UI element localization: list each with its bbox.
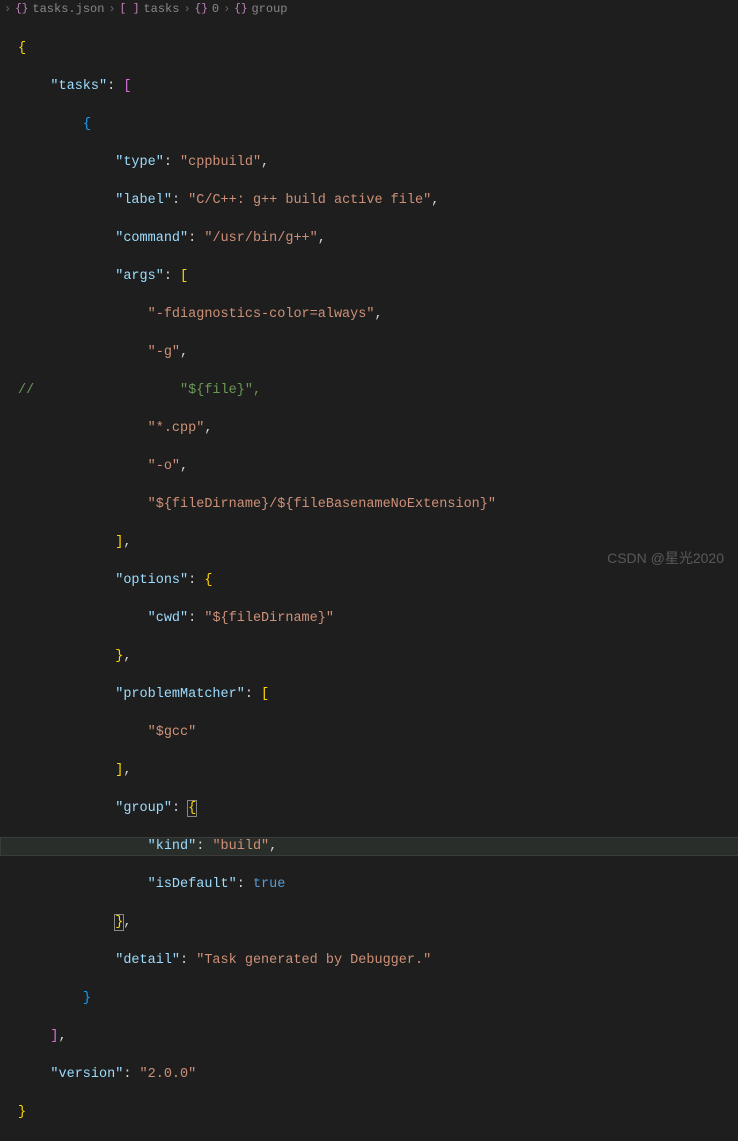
comment: //	[18, 383, 34, 398]
json-string: "-g"	[148, 345, 180, 360]
json-icon: {}	[15, 0, 28, 18]
json-string: "2.0.0"	[140, 1067, 197, 1082]
breadcrumb-segment[interactable]: tasks	[143, 0, 179, 18]
json-string: "${fileDirname}/${fileBasenameNoExtensio…	[148, 497, 496, 512]
chevron-icon: ›	[4, 0, 11, 18]
json-string: "*.cpp"	[148, 421, 205, 436]
bracket: [	[123, 79, 131, 94]
json-key: "version"	[50, 1067, 123, 1082]
code-line[interactable]: "*.cpp",	[18, 419, 738, 438]
json-key: "label"	[115, 193, 172, 208]
object-icon: {}	[234, 0, 247, 18]
breadcrumb-file[interactable]: tasks.json	[32, 0, 104, 18]
comment: "${file}",	[180, 383, 261, 398]
code-line-current[interactable]: "kind": "build",	[0, 837, 738, 856]
code-line[interactable]: "-o",	[18, 457, 738, 476]
code-line[interactable]: "options": {	[18, 571, 738, 590]
json-string: "/usr/bin/g++"	[204, 231, 317, 246]
brace: {	[18, 41, 26, 56]
json-key: "args"	[115, 269, 164, 284]
bracket: [	[180, 269, 188, 284]
code-line[interactable]: }	[18, 1103, 738, 1122]
code-line[interactable]: "$gcc"	[18, 723, 738, 742]
json-key: "problemMatcher"	[115, 687, 245, 702]
json-bool: true	[253, 877, 285, 892]
bracket: ]	[50, 1029, 58, 1044]
code-line[interactable]: ],	[18, 1027, 738, 1046]
brace-cursor: {	[188, 801, 196, 816]
bracket: [	[261, 687, 269, 702]
code-line[interactable]: "cwd": "${fileDirname}"	[18, 609, 738, 628]
json-key: "group"	[115, 801, 172, 816]
code-line[interactable]: },	[18, 647, 738, 666]
json-string: "$gcc"	[148, 725, 197, 740]
code-line[interactable]: "type": "cppbuild",	[18, 153, 738, 172]
watermark: CSDN @星光2020	[607, 549, 724, 568]
brace: {	[83, 117, 91, 132]
json-string: "C/C++: g++ build active file"	[188, 193, 431, 208]
code-line[interactable]: "tasks": [	[18, 77, 738, 96]
code-line[interactable]: "-g",	[18, 343, 738, 362]
breadcrumb[interactable]: › {} tasks.json › [ ] tasks › {} 0 › {} …	[0, 0, 738, 18]
code-line[interactable]: },	[18, 913, 738, 932]
brace: }	[115, 649, 123, 664]
json-key: "type"	[115, 155, 164, 170]
code-line[interactable]: {	[18, 115, 738, 134]
json-key: "command"	[115, 231, 188, 246]
code-line[interactable]: // "${file}",	[18, 381, 738, 400]
code-line[interactable]: "version": "2.0.0"	[18, 1065, 738, 1084]
json-string: "-o"	[148, 459, 180, 474]
json-string: "Task generated by Debugger."	[196, 953, 431, 968]
breadcrumb-segment[interactable]: 0	[212, 0, 219, 18]
code-line[interactable]: "label": "C/C++: g++ build active file",	[18, 191, 738, 210]
brace: }	[18, 1105, 26, 1120]
code-line[interactable]: "problemMatcher": [	[18, 685, 738, 704]
code-line[interactable]: "group": {	[18, 799, 738, 818]
json-string: "cppbuild"	[180, 155, 261, 170]
brace: }	[83, 991, 91, 1006]
code-editor[interactable]: { "tasks": [ { "type": "cppbuild", "labe…	[0, 18, 738, 1141]
json-key: "isDefault"	[148, 877, 237, 892]
breadcrumb-segment[interactable]: group	[251, 0, 287, 18]
code-line[interactable]: "args": [	[18, 267, 738, 286]
json-key: "kind"	[148, 839, 197, 854]
object-icon: {}	[195, 0, 208, 18]
code-line[interactable]: "command": "/usr/bin/g++",	[18, 229, 738, 248]
code-line[interactable]: {	[18, 39, 738, 58]
json-string: "build"	[212, 839, 269, 854]
json-key: "options"	[115, 573, 188, 588]
json-key: "detail"	[115, 953, 180, 968]
code-line[interactable]: "-fdiagnostics-color=always",	[18, 305, 738, 324]
code-line[interactable]: ],	[18, 761, 738, 780]
json-key: "tasks"	[50, 79, 107, 94]
brace: {	[204, 573, 212, 588]
code-line[interactable]: "${fileDirname}/${fileBasenameNoExtensio…	[18, 495, 738, 514]
bracket: ]	[115, 763, 123, 778]
brace-match: }	[115, 915, 123, 930]
array-icon: [ ]	[120, 0, 140, 18]
chevron-icon: ›	[183, 0, 190, 18]
code-line[interactable]: "isDefault": true	[18, 875, 738, 894]
json-string: "${fileDirname}"	[204, 611, 334, 626]
code-line[interactable]: }	[18, 989, 738, 1008]
json-key: "cwd"	[148, 611, 189, 626]
json-string: "-fdiagnostics-color=always"	[148, 307, 375, 322]
code-line[interactable]: "detail": "Task generated by Debugger."	[18, 951, 738, 970]
chevron-icon: ›	[223, 0, 230, 18]
chevron-icon: ›	[108, 0, 115, 18]
